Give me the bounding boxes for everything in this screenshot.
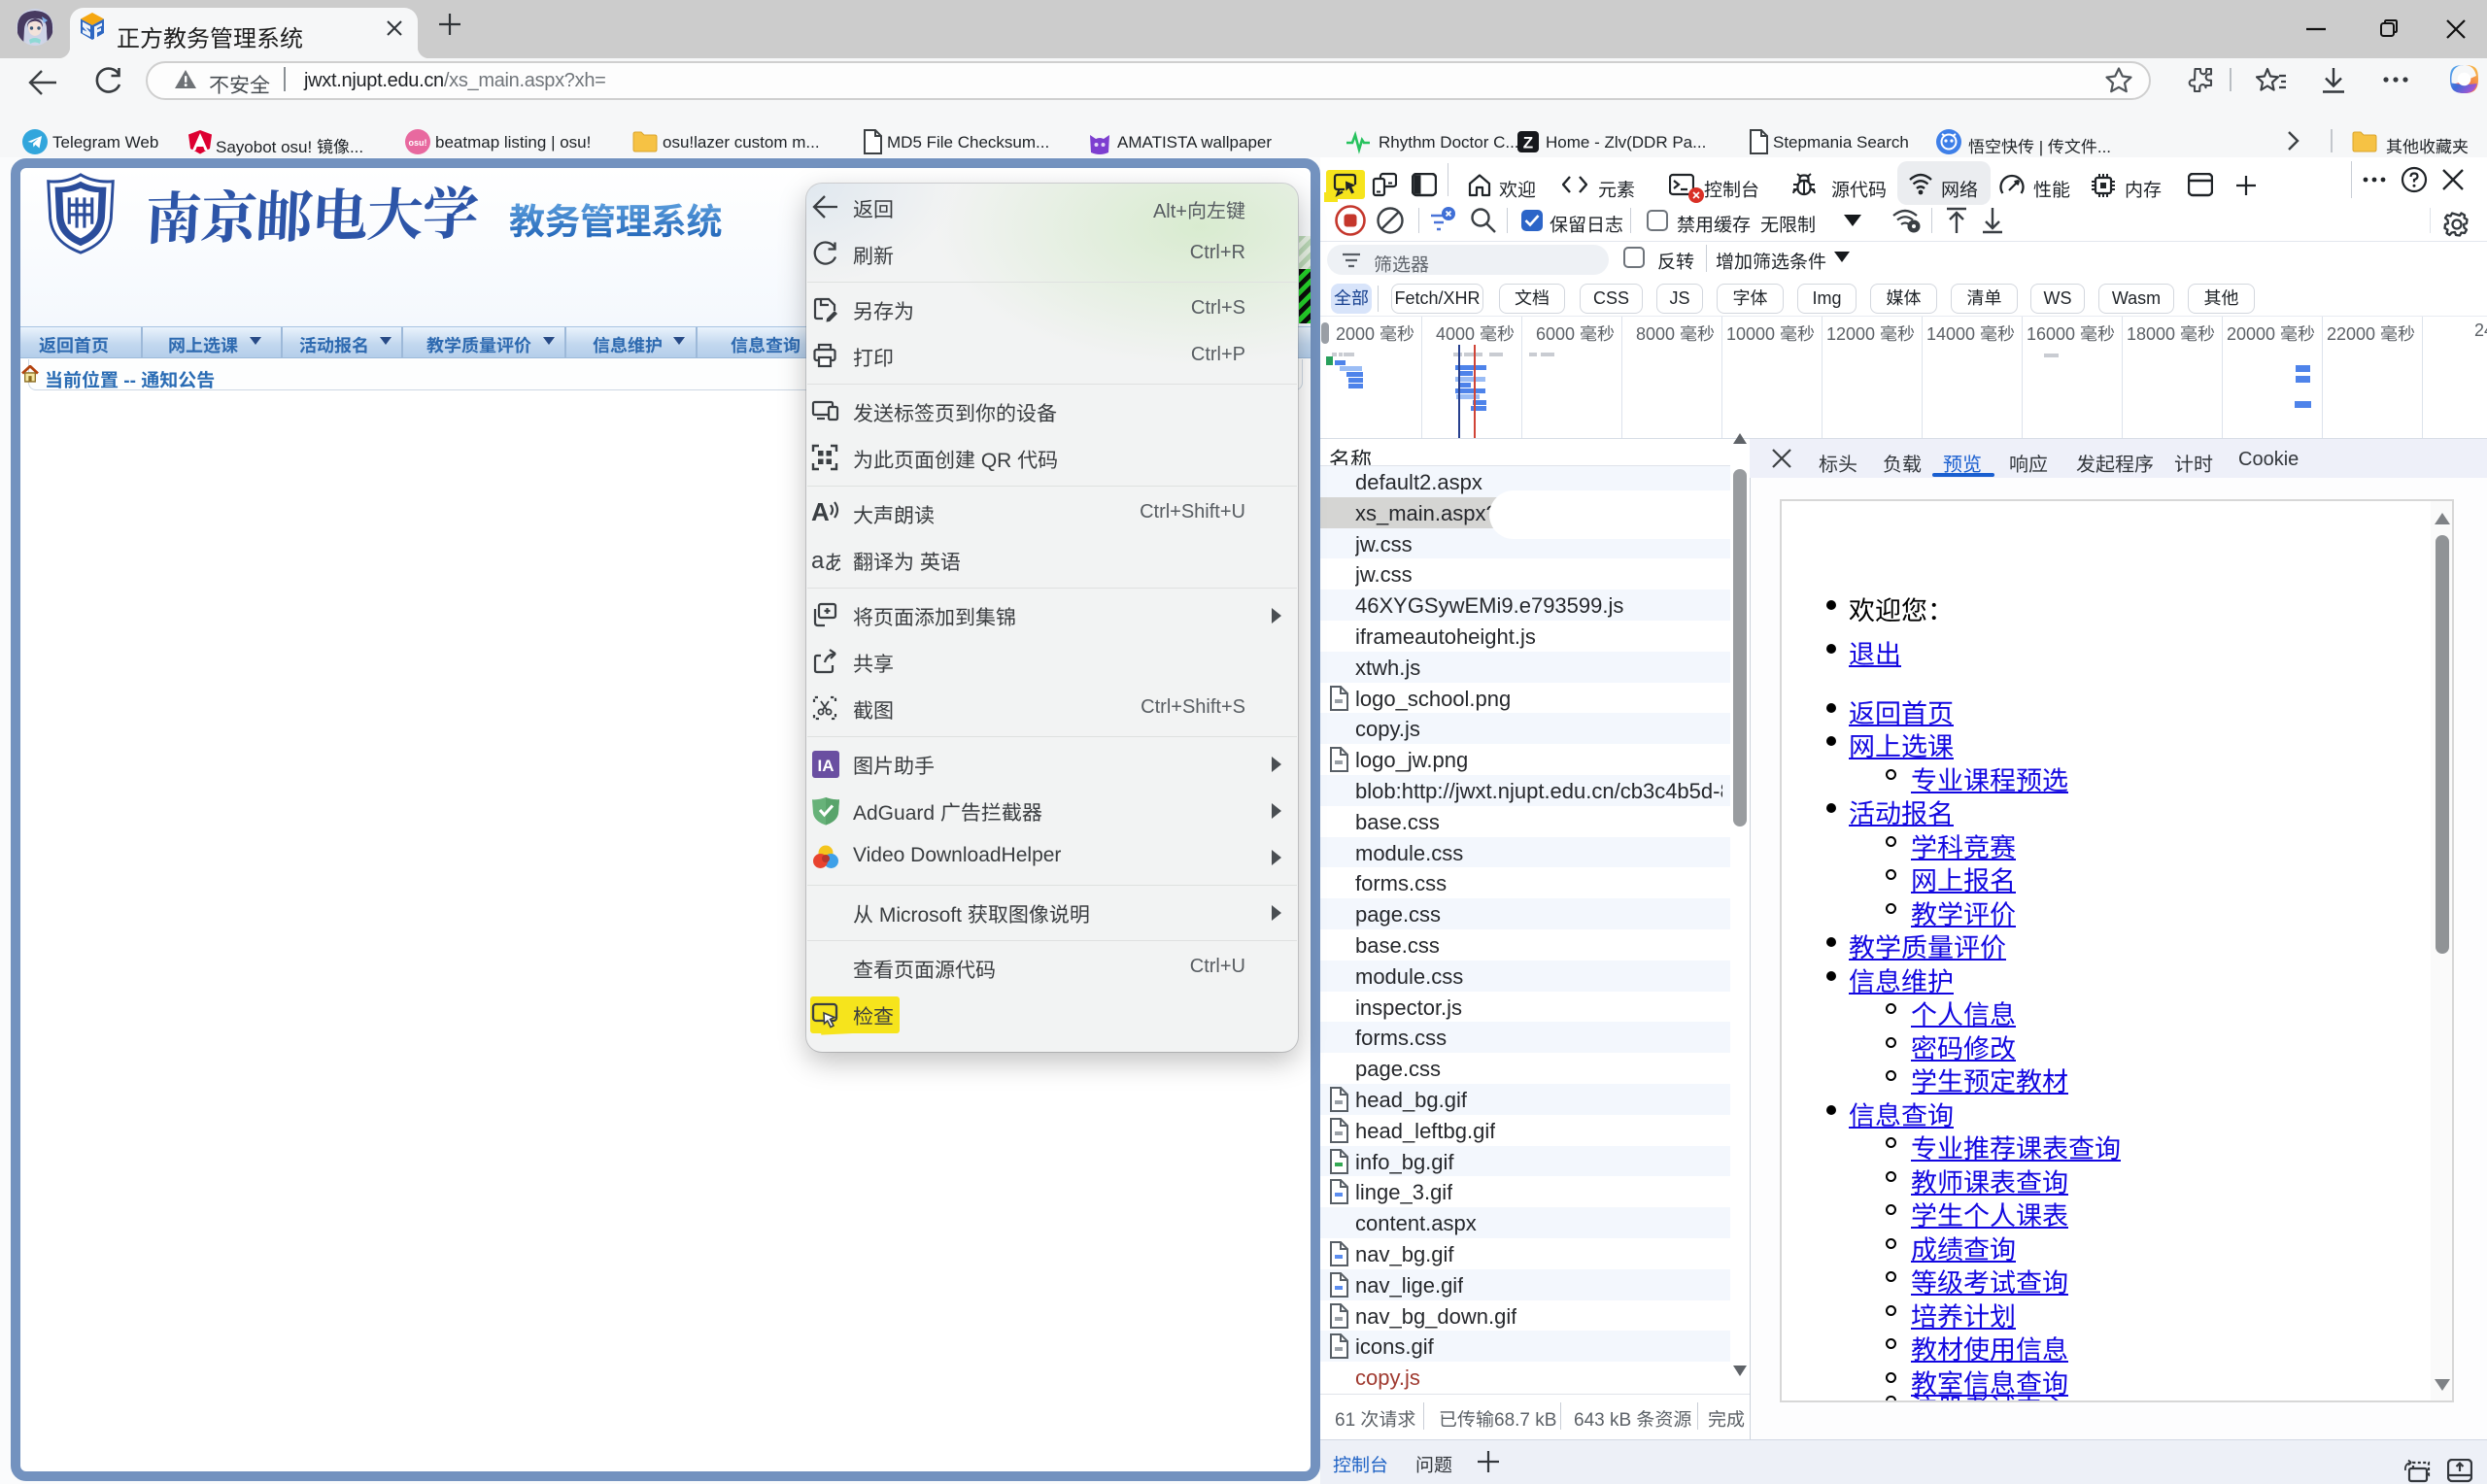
- svg-text:A: A: [811, 499, 830, 526]
- svg-text:あ: あ: [824, 546, 840, 575]
- svg-text:osu!: osu!: [409, 138, 427, 148]
- svg-text:IA: IA: [818, 757, 835, 775]
- svg-text:a: a: [811, 548, 825, 574]
- svg-text:Z: Z: [1523, 134, 1533, 152]
